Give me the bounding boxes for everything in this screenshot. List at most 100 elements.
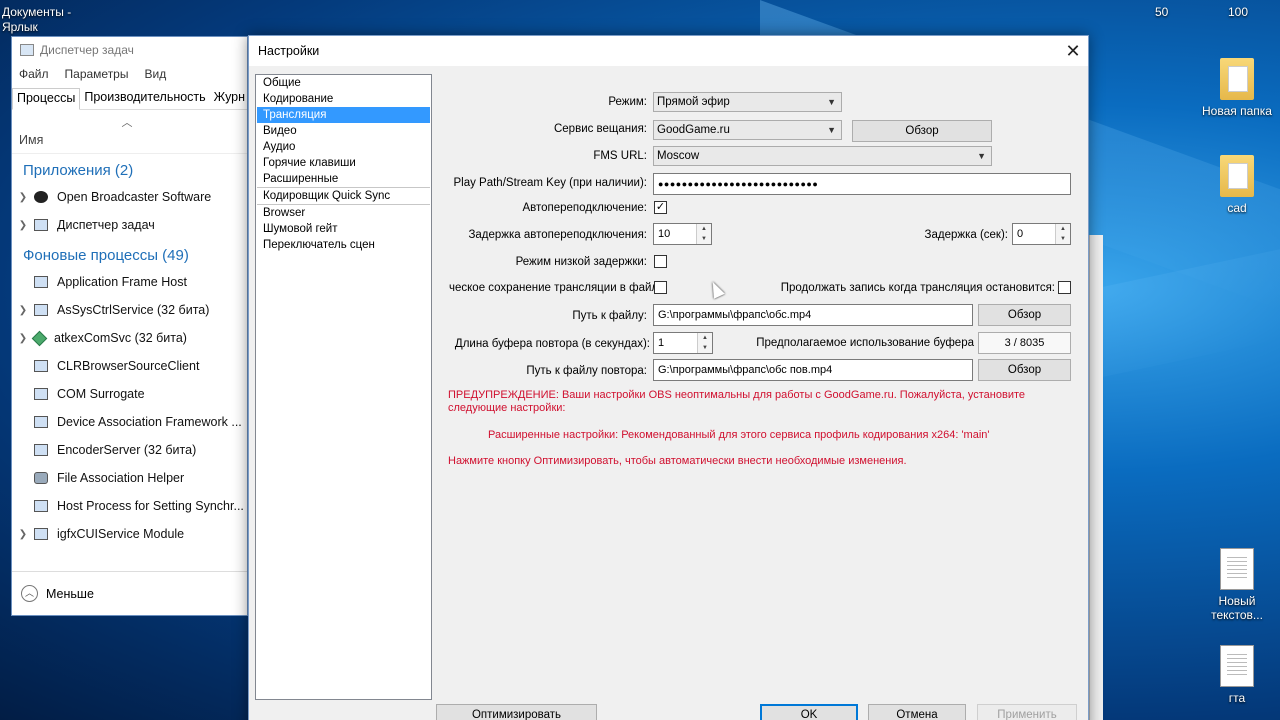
- task-manager-titlebar[interactable]: Диспетчер задач: [12, 37, 247, 63]
- chevron-down-icon: ▼: [827, 125, 836, 135]
- process-name: Device Association Framework ...: [57, 415, 242, 429]
- task-manager-menu: Файл Параметры Вид: [12, 63, 247, 85]
- settings-titlebar[interactable]: Настройки ✕: [249, 36, 1088, 66]
- chevron-right-icon[interactable]: ❯: [12, 305, 34, 316]
- stream-key-input[interactable]: ●●●●●●●●●●●●●●●●●●●●●●●●●●●: [653, 173, 1071, 195]
- service-select[interactable]: GoodGame.ru ▼: [653, 120, 842, 140]
- service-browse-button[interactable]: Обзор: [852, 120, 992, 142]
- chevron-right-icon[interactable]: ❯: [12, 220, 34, 231]
- process-name: EncoderServer (32 бита): [57, 443, 197, 457]
- fewer-details-label: Меньше: [46, 586, 94, 601]
- delay-spinner[interactable]: 0 ▲ ▼: [1012, 223, 1071, 245]
- stream-key-label: Play Path/Stream Key (при наличии):: [453, 177, 647, 189]
- menu-file[interactable]: Файл: [19, 67, 49, 81]
- mode-label: Режим:: [608, 96, 647, 108]
- delay-label: Задержка (сек):: [924, 229, 1008, 241]
- fms-select[interactable]: Moscow ▼: [653, 146, 992, 166]
- chevron-right-icon[interactable]: ❯: [12, 529, 34, 540]
- process-row[interactable]: CLRBrowserSourceClient: [12, 352, 247, 380]
- nav-item-browser[interactable]: Browser: [257, 205, 430, 221]
- replay-path-label: Путь к файлу повтора:: [526, 365, 647, 377]
- process-name: AsSysCtrlService (32 бита): [57, 303, 210, 317]
- nav-item-hotkeys[interactable]: Горячие клавиши: [257, 155, 430, 171]
- continue-recording-checkbox[interactable]: [1058, 281, 1071, 294]
- desktop-label-100[interactable]: 100: [1228, 5, 1248, 19]
- nav-item-video[interactable]: Видео: [257, 123, 430, 139]
- autoreconnect-checkbox[interactable]: ✓: [654, 201, 667, 214]
- text-document-icon: [1220, 645, 1254, 687]
- desktop-shortcut-label[interactable]: Документы - Ярлык: [2, 5, 71, 35]
- spinner-arrows-icon[interactable]: ▲ ▼: [696, 224, 711, 244]
- process-row[interactable]: EncoderServer (32 бита): [12, 436, 247, 464]
- text-document-icon: [1220, 548, 1254, 590]
- menu-options[interactable]: Параметры: [65, 67, 129, 81]
- nav-item-scene-switcher[interactable]: Переключатель сцен: [257, 237, 430, 253]
- autoreconnect-label: Автопереподключение:: [522, 202, 647, 214]
- ok-button[interactable]: OK: [760, 704, 858, 720]
- replay-path-browse-button[interactable]: Обзор: [978, 359, 1071, 381]
- low-latency-checkbox[interactable]: [654, 255, 667, 268]
- process-name: atkexComSvc (32 бита): [54, 331, 187, 345]
- process-row[interactable]: Application Frame Host: [12, 268, 247, 296]
- cancel-button[interactable]: Отмена: [868, 704, 966, 720]
- desktop-icon-new-folder[interactable]: Новая папка: [1197, 58, 1277, 118]
- spinner-arrows-icon[interactable]: ▲ ▼: [697, 333, 712, 353]
- process-row[interactable]: ❯ AsSysCtrlService (32 бита): [12, 296, 247, 324]
- low-latency-label: Режим низкой задержки:: [515, 256, 647, 268]
- file-path-label: Путь к файлу:: [572, 310, 647, 322]
- file-path-input[interactable]: G:\программы\фрапс\обс.mp4: [653, 304, 973, 326]
- nav-item-general[interactable]: Общие: [257, 75, 430, 91]
- app-window-icon: [34, 360, 48, 372]
- process-row[interactable]: ❯ igfxCUIService Module: [12, 520, 247, 548]
- process-name: Open Broadcaster Software: [57, 190, 212, 204]
- buffer-usage-label: Предполагаемое использование буфера: [756, 337, 974, 349]
- desktop-icon-cad[interactable]: cad: [1197, 155, 1277, 215]
- chevron-down-icon: ▼: [827, 97, 836, 107]
- process-row[interactable]: File Association Helper: [12, 464, 247, 492]
- spinner-arrows-icon[interactable]: ▲ ▼: [1055, 224, 1070, 244]
- process-row[interactable]: Host Process for Setting Synchr...: [12, 492, 247, 520]
- mode-select[interactable]: Прямой эфир ▼: [653, 92, 842, 112]
- tab-app-history[interactable]: Журн: [210, 88, 247, 109]
- desktop-icon-new-text[interactable]: Новый текстов...: [1197, 548, 1277, 622]
- nav-item-advanced[interactable]: Расширенные: [257, 171, 430, 187]
- replay-path-input[interactable]: G:\программы\фрапс\обс пов.mp4: [653, 359, 973, 381]
- reconnect-delay-label: Задержка автопереподключения:: [468, 229, 647, 241]
- apply-button[interactable]: Применить: [977, 704, 1077, 720]
- desktop-label-50[interactable]: 50: [1155, 5, 1168, 19]
- desktop-icon-gta[interactable]: гта: [1197, 645, 1277, 705]
- process-row[interactable]: ❯ Диспетчер задач: [12, 211, 247, 239]
- process-row[interactable]: ❯ atkexComSvc (32 бита): [12, 324, 247, 352]
- save-to-file-checkbox[interactable]: [654, 281, 667, 294]
- chevron-up-icon: ︿: [21, 585, 38, 602]
- process-row[interactable]: COM Surrogate: [12, 380, 247, 408]
- menu-view[interactable]: Вид: [144, 67, 166, 81]
- tab-performance[interactable]: Производительность: [80, 88, 209, 109]
- nav-item-quicksync[interactable]: Кодировщик Quick Sync: [257, 188, 430, 204]
- replay-buffer-spinner[interactable]: 1 ▲ ▼: [653, 332, 713, 354]
- fewer-details-button[interactable]: ︿ Меньше: [12, 571, 247, 615]
- process-row[interactable]: ❯ Open Broadcaster Software: [12, 183, 247, 211]
- nav-item-encoding[interactable]: Кодирование: [257, 91, 430, 107]
- buffer-usage-value: 3 / 8035: [978, 332, 1071, 354]
- settings-title: Настройки: [258, 44, 320, 58]
- delay-value: 0: [1017, 228, 1024, 240]
- sort-chevron-up-icon[interactable]: ︿: [12, 110, 242, 130]
- tab-processes[interactable]: Процессы: [12, 88, 81, 110]
- column-header-name[interactable]: Имя: [12, 130, 247, 154]
- service-label: Сервис вещания:: [553, 123, 647, 135]
- warning-optimize-text: Нажмите кнопку Оптимизировать, чтобы авт…: [448, 455, 907, 467]
- nav-item-broadcast[interactable]: Трансляция: [257, 107, 430, 123]
- warning-text: ПРЕДУПРЕЖДЕНИЕ: Ваши настройки OBS неопт…: [448, 389, 1026, 414]
- optimize-button[interactable]: Оптимизировать: [436, 704, 597, 720]
- file-path-browse-button[interactable]: Обзор: [978, 304, 1071, 326]
- app-window-icon: [34, 416, 48, 428]
- process-row[interactable]: Device Association Framework ...: [12, 408, 247, 436]
- nav-item-audio[interactable]: Аудио: [257, 139, 430, 155]
- task-manager-icon: [20, 44, 34, 56]
- fms-value: Moscow: [657, 150, 700, 162]
- nav-item-noise-gate[interactable]: Шумовой гейт: [257, 221, 430, 237]
- close-icon[interactable]: ✕: [1058, 36, 1088, 66]
- reconnect-delay-spinner[interactable]: 10 ▲ ▼: [653, 223, 712, 245]
- chevron-right-icon[interactable]: ❯: [12, 192, 34, 203]
